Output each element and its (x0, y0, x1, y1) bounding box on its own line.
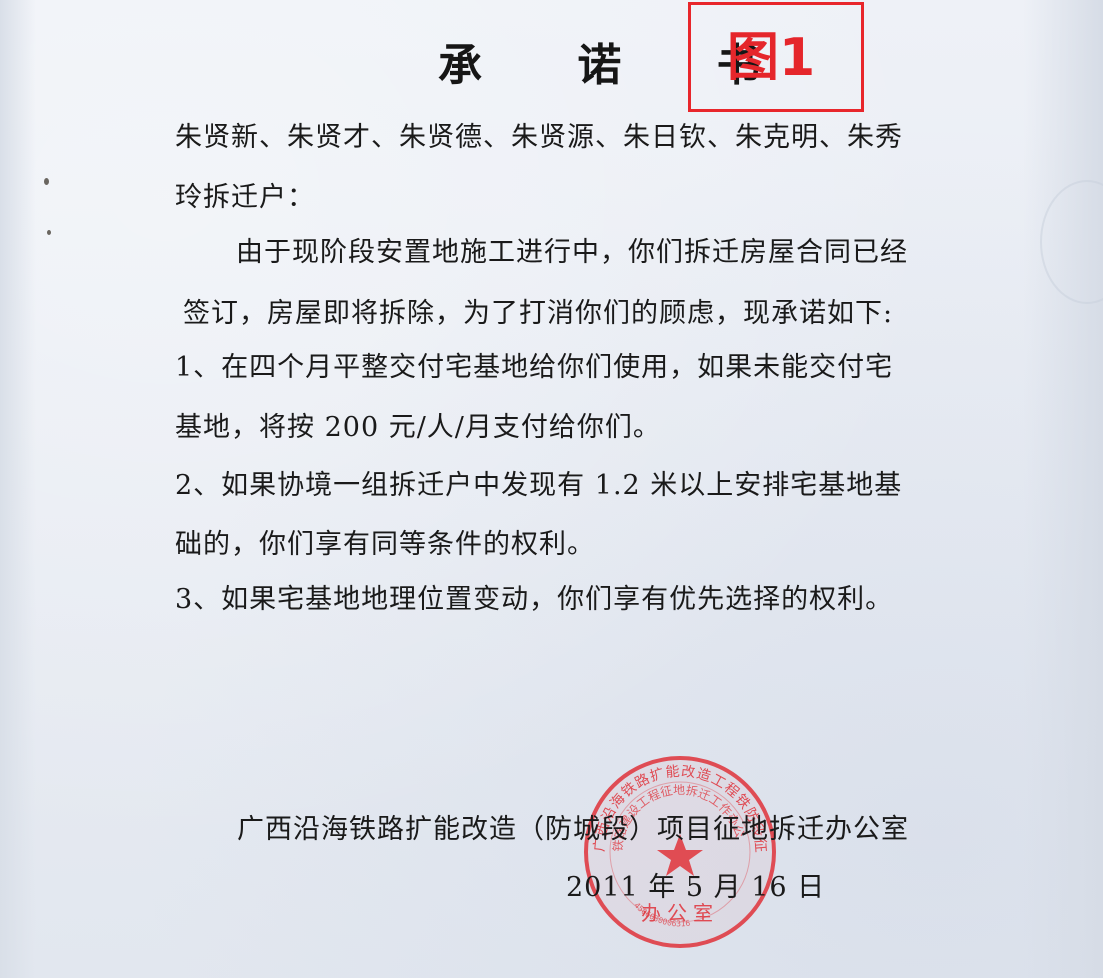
paper-speck (47, 230, 51, 235)
official-seal: 广西沿海铁路扩能改造工程铁防段征地拆迁工作指挥部防城港办公 铁路建设工程征地拆迁… (580, 752, 776, 948)
intro-line-2: 签订，房屋即将拆除，为了打消你们的顾虑，现承诺如下: (183, 298, 894, 329)
commitment-item-3: 3、如果宅基地地理位置变动，你们享有优先选择的权利。 (175, 584, 894, 615)
commitment-item-1-line-2: 基地，将按 200 元/人/月支付给你们。 (175, 412, 661, 443)
commitment-item-1-line-1: 1、在四个月平整交付宅基地给你们使用，如果未能交付宅 (175, 352, 894, 383)
intro-line-1: 由于现阶段安置地施工进行中，你们拆迁房屋合同已经 (236, 237, 908, 268)
paper-left-shadow (0, 0, 36, 978)
addressee-line-2: 玲拆迁户： (175, 182, 315, 213)
figure-label: 图1 (727, 28, 816, 88)
paper-speck (44, 178, 49, 185)
signature-organization: 广西沿海铁路扩能改造（防城段）项目征地拆迁办公室 (237, 814, 909, 845)
paper-right-shadow (1023, 0, 1103, 978)
addressee-line-1: 朱贤新、朱贤才、朱贤德、朱贤源、朱日钦、朱克明、朱秀 (175, 122, 903, 153)
commitment-item-2-line-1: 2、如果协境一组拆迁户中发现有 1.2 米以上安排宅基地基 (175, 470, 903, 501)
signature-date: 2011 年 5 月 16 日 (566, 872, 826, 903)
commitment-item-2-line-2: 础的，你们享有同等条件的权利。 (175, 529, 595, 560)
